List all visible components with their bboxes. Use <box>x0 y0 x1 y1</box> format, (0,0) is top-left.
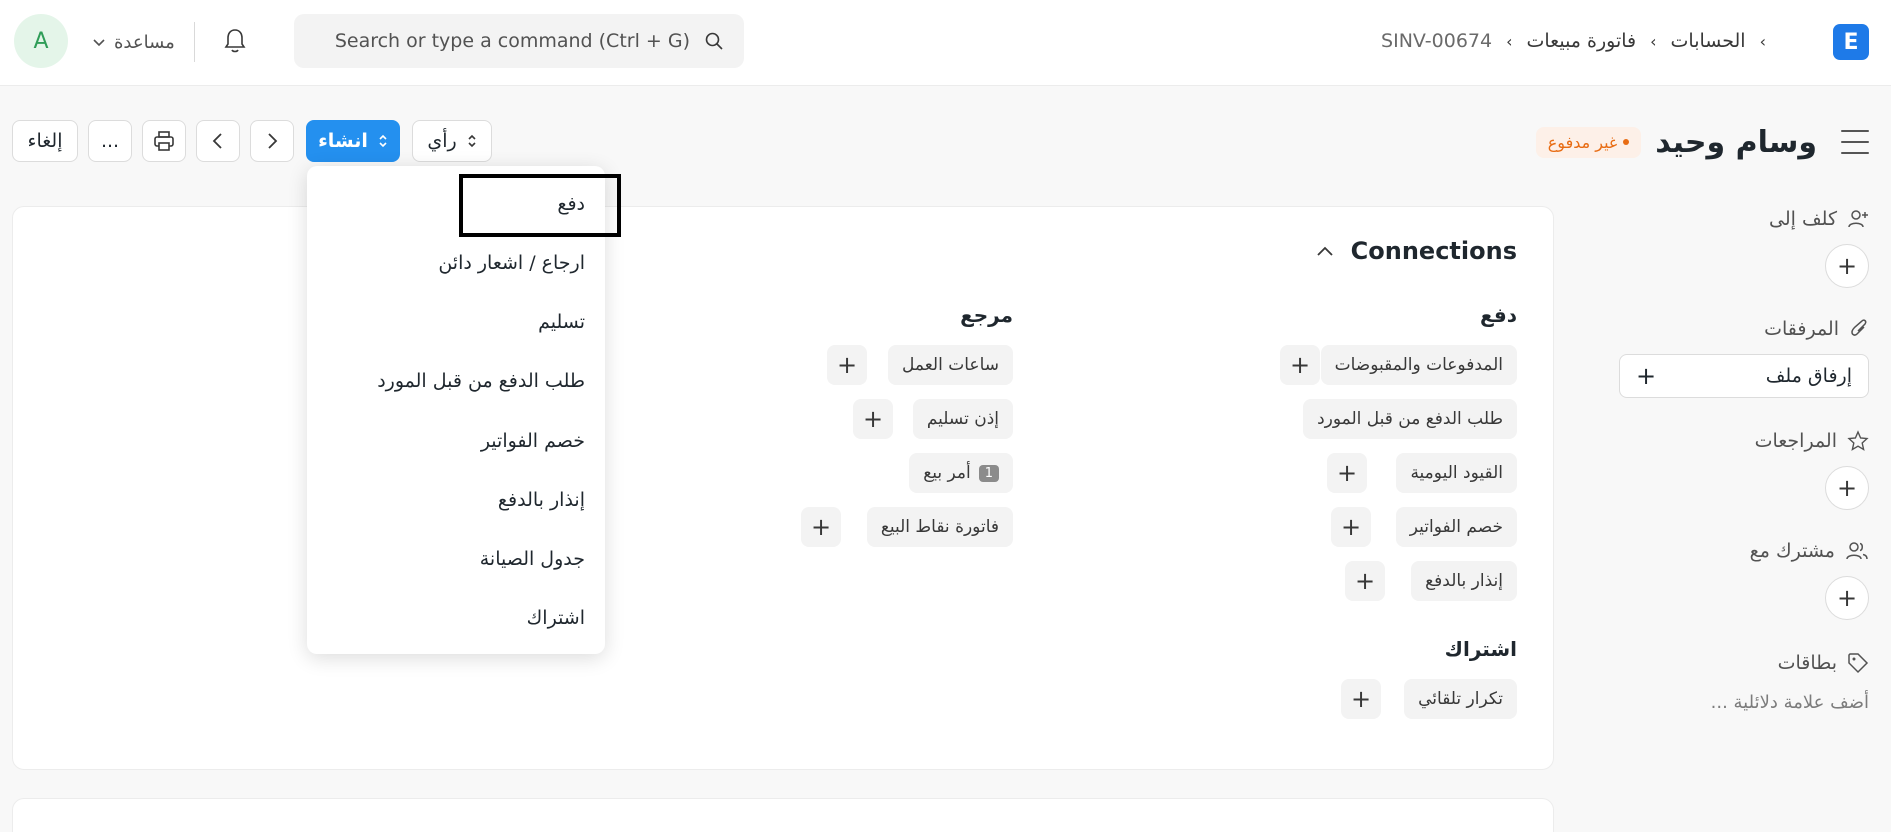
connection-link-delivery-note[interactable]: إذن تسليم <box>912 399 1013 439</box>
search-input[interactable] <box>330 30 690 52</box>
connection-link-invoice-discounting[interactable]: خصم الفواتير <box>1395 507 1517 547</box>
tags-label: بطاقات <box>1777 652 1837 674</box>
connection-link-payment-request[interactable]: طلب الدفع من قبل المورد <box>1303 399 1517 439</box>
previous-doc-button[interactable] <box>196 120 240 162</box>
chevron-up-down-icon <box>378 133 388 149</box>
reviews-label: المراجعات <box>1754 430 1837 452</box>
dropdown-item-subscription[interactable]: اشتراك <box>527 598 585 638</box>
dropdown-item-invoice-discounting[interactable]: خصم الفواتير <box>481 421 585 461</box>
printer-icon <box>153 130 175 152</box>
user-plus-icon <box>1847 208 1869 230</box>
attachments-label: المرفقات <box>1764 318 1839 340</box>
group-title-subscription: اشتراك <box>1444 637 1517 661</box>
status-label: غير مدفوع <box>1547 132 1618 152</box>
sidebar-shared-with: مشترك مع <box>1750 540 1869 562</box>
connections-title: Connections <box>1350 237 1517 265</box>
sidebar-toggle-icon[interactable] <box>1841 130 1869 154</box>
connection-link-pos-invoice[interactable]: فاتورة نقاط البيع <box>866 507 1013 547</box>
breadcrumb-separator: › <box>1650 31 1657 51</box>
chevron-up-down-icon <box>467 133 477 149</box>
status-badge: غير مدفوع <box>1535 126 1642 158</box>
create-button[interactable]: انشاء <box>306 120 400 162</box>
next-doc-button[interactable] <box>250 120 294 162</box>
breadcrumb: › الحسابات › فاتورة مبيعات › SINV-00674 <box>1381 26 1766 56</box>
bell-icon[interactable] <box>220 26 250 56</box>
help-label: مساعدة <box>114 31 175 53</box>
help-dropdown[interactable]: مساعدة <box>92 28 175 56</box>
add-timesheet-button[interactable]: + <box>827 345 867 385</box>
app-logo[interactable]: E <box>1833 24 1869 60</box>
search-bar[interactable] <box>294 14 744 68</box>
page-title: وسام وحيد <box>1655 124 1817 160</box>
breadcrumb-doc-id[interactable]: SINV-00674 <box>1381 30 1492 52</box>
connection-link-sales-order[interactable]: 1 أمر بيع <box>909 453 1013 493</box>
add-tag-input[interactable]: أضف علامة دلائلية ... <box>1711 692 1869 713</box>
view-button[interactable]: رأي <box>412 120 492 162</box>
dropdown-item-payment-request[interactable]: طلب الدفع من قبل المورد <box>377 361 585 401</box>
breadcrumb-sales-invoice[interactable]: فاتورة مبيعات <box>1527 30 1637 52</box>
attach-file-button[interactable]: إرفاق ملف + <box>1619 354 1869 398</box>
add-dunning-button[interactable]: + <box>1345 561 1385 601</box>
avatar[interactable]: A <box>14 14 68 68</box>
add-share-button[interactable]: + <box>1825 576 1869 620</box>
create-label: انشاء <box>318 130 368 152</box>
add-auto-repeat-button[interactable]: + <box>1341 679 1381 719</box>
next-section-card <box>12 798 1554 832</box>
group-title-reference: مرجع <box>960 303 1013 327</box>
connection-link-auto-repeat[interactable]: تكرار تلقائي <box>1404 679 1517 719</box>
print-button[interactable] <box>142 120 186 162</box>
connection-link-timesheet[interactable]: ساعات العمل <box>888 345 1013 385</box>
chevron-right-icon <box>264 132 280 150</box>
sidebar-attachments: المرفقات <box>1764 318 1869 340</box>
assign-label: كلف إلى <box>1769 208 1837 230</box>
chevron-left-icon <box>210 132 226 150</box>
sidebar-reviews: المراجعات <box>1755 430 1869 452</box>
add-invoice-discounting-button[interactable]: + <box>1331 507 1371 547</box>
chevron-down-icon <box>92 35 106 49</box>
more-options-button[interactable]: ... <box>88 120 132 162</box>
connection-link-payment-entries[interactable]: المدفوعات والمقبوضات <box>1320 345 1517 385</box>
paperclip-icon <box>1849 318 1869 340</box>
nav-divider <box>194 22 195 62</box>
sidebar-tags: بطاقات <box>1778 652 1869 674</box>
doc-title-row: وسام وحيد غير مدفوع <box>1535 120 1869 164</box>
attach-file-label: إرفاق ملف <box>1765 365 1852 387</box>
add-assign-button[interactable]: + <box>1825 244 1869 288</box>
add-review-button[interactable]: + <box>1825 466 1869 510</box>
add-payment-entry-button[interactable]: + <box>1280 345 1320 385</box>
cancel-button[interactable]: إلغاء <box>12 120 78 162</box>
navbar: A مساعدة › الحسابات › فاتورة مبيعات › SI… <box>0 0 1891 86</box>
connection-link-dunning[interactable]: إنذار بالدفع <box>1411 561 1517 601</box>
dropdown-item-delivery[interactable]: تسليم <box>538 302 585 342</box>
dropdown-item-maintenance-schedule[interactable]: جدول الصيانة <box>480 539 585 579</box>
dropdown-item-credit-note[interactable]: ارجاع / اشعار دائن <box>438 243 585 283</box>
dropdown-item-payment[interactable]: دفع <box>557 184 585 224</box>
star-icon <box>1847 430 1869 452</box>
shared-label: مشترك مع <box>1749 540 1835 562</box>
more-icon: ... <box>100 130 120 152</box>
add-pos-invoice-button[interactable]: + <box>801 507 841 547</box>
create-dropdown-menu: دفع ارجاع / اشعار دائن تسليم طلب الدفع م… <box>307 166 605 654</box>
connections-card: Connections دفع المدفوعات والمقبوضات + ط… <box>12 206 1554 770</box>
add-journal-entry-button[interactable]: + <box>1327 453 1367 493</box>
chevron-up-icon <box>1315 244 1335 258</box>
count-badge: 1 <box>978 464 999 482</box>
status-dot <box>1623 139 1630 145</box>
breadcrumb-separator: › <box>1759 31 1766 51</box>
group-title-payment: دفع <box>1479 303 1517 327</box>
users-icon <box>1845 540 1869 562</box>
dropdown-item-dunning[interactable]: إنذار بالدفع <box>498 480 585 520</box>
connection-link-journal-entries[interactable]: القيود اليومية <box>1396 453 1517 493</box>
search-icon <box>704 31 724 51</box>
breadcrumb-accounts[interactable]: الحسابات <box>1671 30 1746 52</box>
tag-icon <box>1847 652 1869 674</box>
sidebar-assign: كلف إلى <box>1769 208 1869 230</box>
breadcrumb-separator: › <box>1506 31 1513 51</box>
connections-header[interactable]: Connections <box>1315 237 1517 265</box>
plus-icon: + <box>1636 362 1657 390</box>
add-delivery-note-button[interactable]: + <box>853 399 893 439</box>
view-label: رأي <box>427 130 457 152</box>
